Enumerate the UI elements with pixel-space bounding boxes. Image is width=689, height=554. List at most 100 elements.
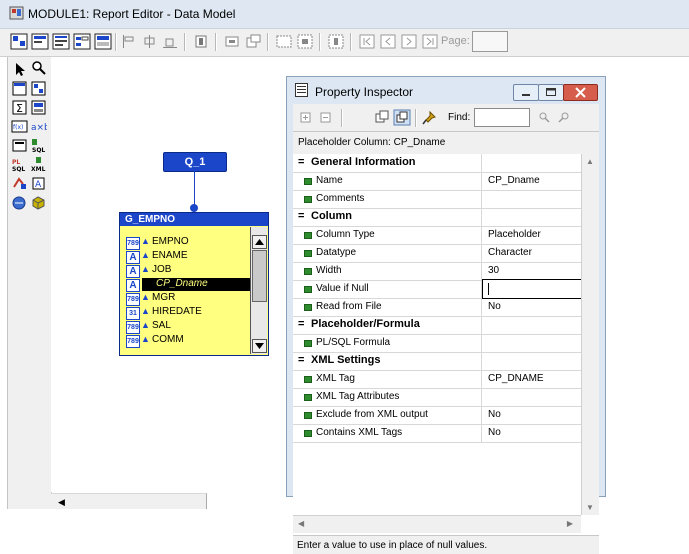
scroll-up-icon[interactable]: ▲	[586, 157, 594, 166]
olap-query-icon[interactable]	[30, 194, 47, 211]
group-title[interactable]: G_EMPNO	[120, 213, 268, 226]
text-query-icon[interactable]: A	[30, 175, 47, 192]
scroll-left-icon[interactable]: ◀	[58, 497, 65, 508]
align-center-icon[interactable]	[141, 33, 159, 50]
property-inspector-titlebar[interactable]: Property Inspector	[287, 77, 605, 103]
group-objects-icon[interactable]	[223, 33, 241, 50]
placeholder-column-icon[interactable]: a×b	[30, 118, 50, 135]
page-number-input[interactable]	[472, 31, 508, 52]
collapse-all-icon[interactable]	[317, 109, 335, 126]
property-value[interactable]: 30	[488, 265, 499, 276]
group-tool-icon[interactable]	[11, 80, 28, 97]
xml-query-icon[interactable]: XML	[30, 156, 47, 173]
property-row-contains-xml-tags[interactable]: Contains XML Tags No	[293, 424, 581, 443]
collapse-section-icon[interactable]: =	[298, 354, 304, 366]
paper-design-view-icon[interactable]	[94, 33, 112, 50]
group-column-job[interactable]: A ▲ JOB	[126, 264, 250, 278]
expand-all-icon[interactable]	[297, 109, 315, 126]
property-row-exclude-from-xml[interactable]: Exclude from XML output No	[293, 406, 581, 425]
last-page-icon[interactable]	[421, 33, 439, 50]
group-scrollbar[interactable]	[250, 227, 267, 354]
union-icon[interactable]	[393, 109, 411, 126]
collapse-section-icon[interactable]: =	[298, 156, 304, 168]
paper-layout-view-icon[interactable]	[52, 33, 70, 50]
property-row-name[interactable]: Name CP_Dname	[293, 172, 581, 191]
section-placeholder-formula[interactable]: = Placeholder/Formula	[293, 316, 581, 335]
maximize-button[interactable]	[538, 84, 564, 101]
property-row-xml-tag-attributes[interactable]: XML Tag Attributes	[293, 388, 581, 407]
next-page-icon[interactable]	[400, 33, 418, 50]
canvas-horizontal-scrollbar[interactable]: ◀	[51, 493, 207, 509]
plsql-query-icon[interactable]: PL SQL	[11, 156, 28, 173]
property-value[interactable]: No	[488, 301, 501, 312]
property-value[interactable]: No	[488, 409, 501, 420]
scroll-down-icon[interactable]	[252, 339, 267, 353]
property-value[interactable]: CP_Dname	[488, 175, 540, 186]
group-column-ename[interactable]: A ▲ ENAME	[126, 250, 250, 264]
scroll-up-icon[interactable]	[252, 235, 267, 249]
group-column-cp-dname[interactable]: A CP_Dname	[126, 278, 254, 292]
summary-column-icon[interactable]: Σ	[11, 99, 28, 116]
property-value[interactable]: No	[488, 427, 501, 438]
collapse-section-icon[interactable]: =	[298, 318, 304, 330]
find-input[interactable]	[474, 108, 530, 127]
group-column-sal[interactable]: 789 ▲ SAL	[126, 320, 250, 334]
property-row-column-type[interactable]: Column Type Placeholder	[293, 226, 581, 245]
ref-cursor-query-icon[interactable]	[11, 175, 28, 192]
section-general-information[interactable]: = General Information	[293, 154, 581, 173]
previous-page-icon[interactable]	[379, 33, 397, 50]
property-row-value-if-null[interactable]: Value if Null	[293, 279, 582, 299]
property-row-comments[interactable]: Comments	[293, 190, 581, 209]
property-row-read-from-file[interactable]: Read from File No	[293, 298, 581, 317]
property-grid-horizontal-scrollbar[interactable]: ◀ ▶	[293, 515, 581, 533]
scroll-left-icon[interactable]: ◀	[298, 519, 304, 528]
bring-to-front-icon[interactable]	[244, 33, 262, 50]
group-column-comm[interactable]: 789 ▲ COMM	[126, 334, 250, 348]
property-value[interactable]: Placeholder	[488, 229, 541, 240]
query-object[interactable]: Q_1	[163, 152, 227, 172]
group-column-mgr[interactable]: 789 ▲ MGR	[126, 292, 250, 306]
value-if-null-input[interactable]	[482, 279, 582, 299]
property-grid-vertical-scrollbar[interactable]: ▲ ▼	[581, 154, 599, 515]
data-link-icon[interactable]	[30, 99, 47, 116]
property-row-datatype[interactable]: Datatype Character	[293, 244, 581, 263]
select-arrow-icon[interactable]	[11, 61, 28, 78]
collapse-section-icon[interactable]: =	[298, 210, 304, 222]
scroll-thumb[interactable]	[252, 250, 267, 302]
align-left-icon[interactable]	[121, 33, 139, 50]
zoom-icon[interactable]	[296, 33, 314, 50]
sql-query-icon[interactable]: SQL	[30, 137, 47, 154]
property-value[interactable]: CP_DNAME	[488, 373, 544, 384]
group-column-hiredate[interactable]: 31 ▲ HIREDATE	[126, 306, 250, 320]
distribute-icon[interactable]	[192, 33, 210, 50]
cross-product-icon[interactable]	[11, 137, 28, 154]
property-label: XML Tag	[316, 373, 355, 384]
snap-to-grid-icon[interactable]	[275, 33, 293, 50]
magnify-icon[interactable]	[30, 59, 47, 76]
align-bottom-icon[interactable]	[161, 33, 179, 50]
property-value[interactable]: Character	[488, 247, 532, 258]
data-model-view-icon[interactable]	[10, 33, 28, 50]
group-object[interactable]: G_EMPNO 789 ▲ EMPNO A ▲ ENAME A ▲ JOB A …	[119, 212, 269, 356]
web-source-view-icon[interactable]	[31, 33, 49, 50]
select-parent-icon[interactable]	[327, 33, 345, 50]
property-row-plsql-formula[interactable]: PL/SQL Formula	[293, 334, 581, 353]
scroll-right-icon[interactable]: ▶	[567, 519, 573, 528]
minimize-button[interactable]	[513, 84, 539, 101]
property-row-xml-tag[interactable]: XML Tag CP_DNAME	[293, 370, 581, 389]
query-tool-icon[interactable]	[30, 80, 47, 97]
close-button[interactable]	[563, 84, 598, 101]
find-next-icon[interactable]	[555, 109, 573, 126]
first-page-icon[interactable]	[358, 33, 376, 50]
scroll-down-icon[interactable]: ▼	[586, 503, 594, 512]
jdbc-query-icon[interactable]	[11, 194, 28, 211]
intersection-icon[interactable]	[373, 109, 391, 126]
freeze-pin-icon[interactable]	[421, 109, 439, 126]
connector-handle[interactable]	[190, 204, 198, 212]
group-column-empno[interactable]: 789 ▲ EMPNO	[126, 236, 250, 250]
section-column[interactable]: = Column	[293, 208, 581, 227]
section-xml-settings[interactable]: = XML Settings	[293, 352, 581, 371]
find-previous-icon[interactable]	[535, 109, 553, 126]
formula-column-icon[interactable]: f(x)	[11, 118, 28, 135]
paper-parameter-form-view-icon[interactable]	[73, 33, 91, 50]
